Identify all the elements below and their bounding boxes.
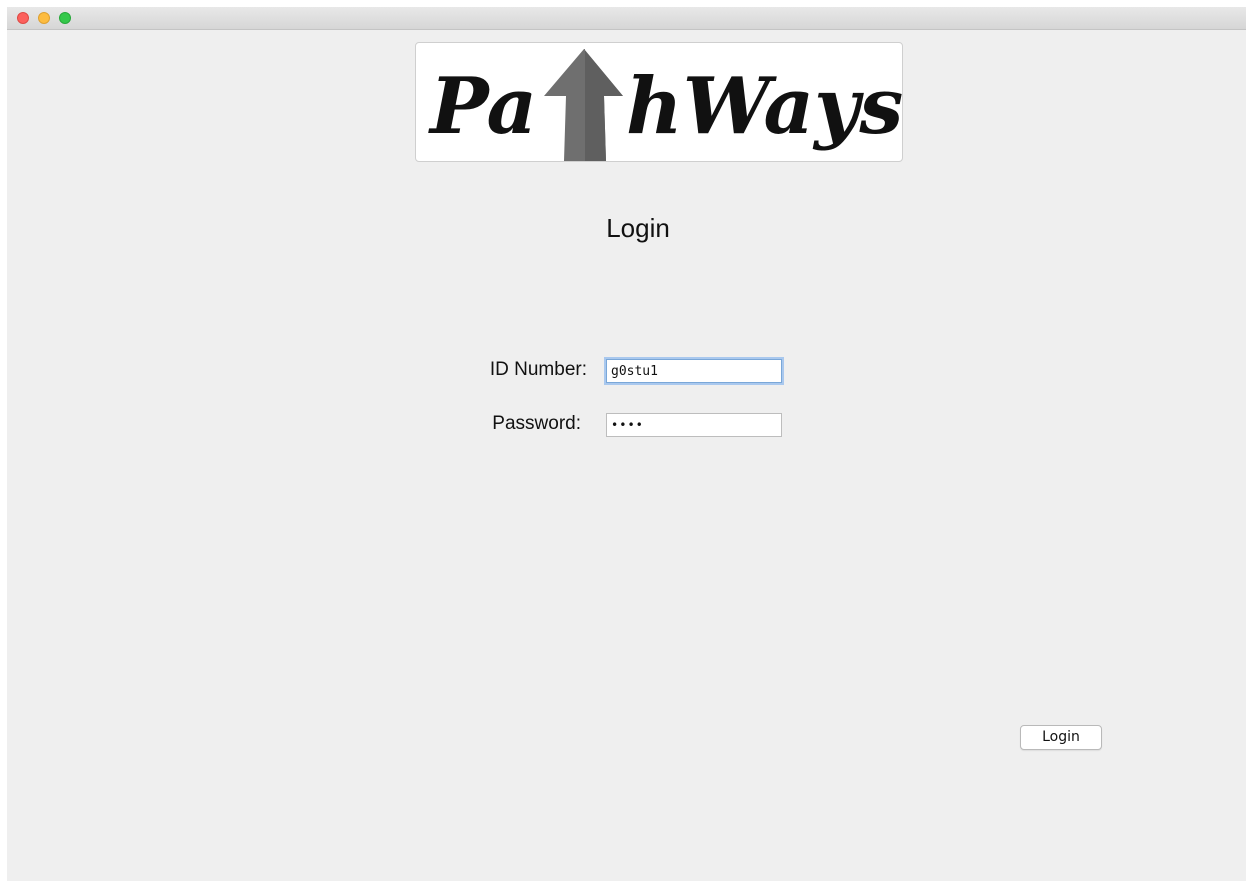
title-bar[interactable] xyxy=(7,7,1246,30)
page-title: Login xyxy=(606,213,670,243)
id-number-input[interactable] xyxy=(606,359,782,383)
id-number-label: ID Number: xyxy=(489,359,587,380)
logo-text-right: hWays xyxy=(626,61,902,152)
close-window-button[interactable] xyxy=(17,12,29,24)
password-label: Password: xyxy=(492,413,581,434)
login-button[interactable]: Login xyxy=(1020,725,1102,750)
minimize-window-button[interactable] xyxy=(38,12,50,24)
password-input[interactable] xyxy=(606,413,782,437)
app-window: Pa hWays Login ID Number: Password: Logi… xyxy=(7,7,1246,881)
maximize-window-button[interactable] xyxy=(59,12,71,24)
up-arrow-icon xyxy=(544,49,623,161)
logo-text-left: Pa xyxy=(428,61,537,152)
pathways-logo: Pa hWays xyxy=(415,42,903,162)
